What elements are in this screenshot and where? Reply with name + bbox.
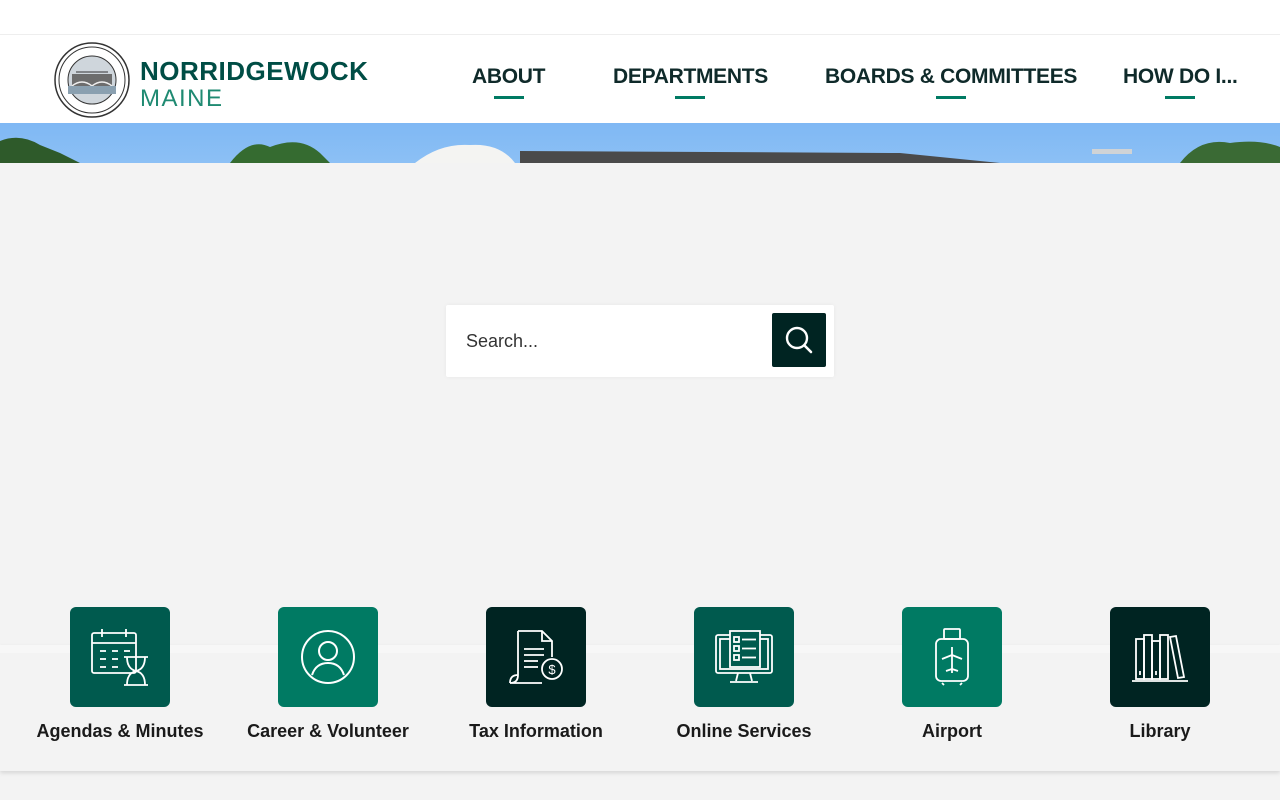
logo-state-name: MAINE — [140, 85, 224, 112]
quicklink-label: Airport — [922, 721, 982, 741]
quicklink-label: Tax Information — [469, 721, 603, 741]
quicklink-career-volunteer[interactable]: Career & Volunteer — [243, 607, 413, 742]
site-search — [446, 305, 834, 377]
quicklink-online-services[interactable]: Online Services — [659, 607, 829, 742]
hero-scene-illustration — [0, 137, 1280, 163]
nav-departments[interactable]: DEPARTMENTS — [613, 65, 768, 99]
logo-town-name: NORRIDGEWOCK — [140, 56, 369, 86]
search-input[interactable] — [454, 315, 764, 367]
quicklink-label: Library — [1129, 721, 1191, 741]
svg-text:$: $ — [548, 662, 556, 677]
site-logo[interactable]: NORRIDGEWOCK MAINE — [54, 42, 384, 118]
top-utility-bar — [0, 0, 1280, 35]
nav-how-do-i[interactable]: HOW DO I... — [1123, 65, 1238, 99]
books-icon — [1132, 634, 1188, 682]
calendar-hourglass-icon — [91, 629, 148, 686]
site-header: NORRIDGEWOCK MAINE ABOUT DEPARTMENTS BOA… — [0, 35, 1280, 123]
quicklink-label: Career & Volunteer — [247, 721, 409, 741]
town-seal-icon — [54, 42, 130, 118]
tax-document-icon: $ — [509, 630, 563, 684]
nav-about[interactable]: ABOUT — [472, 65, 545, 99]
person-icon — [301, 630, 355, 684]
airport-luggage-icon — [935, 628, 969, 686]
quicklink-tax-information[interactable]: $ Tax Information — [451, 607, 621, 742]
computer-checklist-icon — [715, 630, 773, 683]
search-icon — [785, 326, 813, 354]
quicklink-airport[interactable]: Airport — [867, 607, 1037, 742]
quicklink-label: Agendas & Minutes — [36, 721, 204, 741]
quicklink-label: Online Services — [676, 721, 812, 741]
hero-image — [0, 123, 1280, 163]
quicklink-agendas-minutes[interactable]: Agendas & Minutes — [35, 607, 205, 742]
nav-boards-committees[interactable]: BOARDS & COMMITTEES — [825, 65, 1077, 99]
quicklink-library[interactable]: Library — [1075, 607, 1245, 742]
search-button[interactable] — [772, 313, 826, 367]
